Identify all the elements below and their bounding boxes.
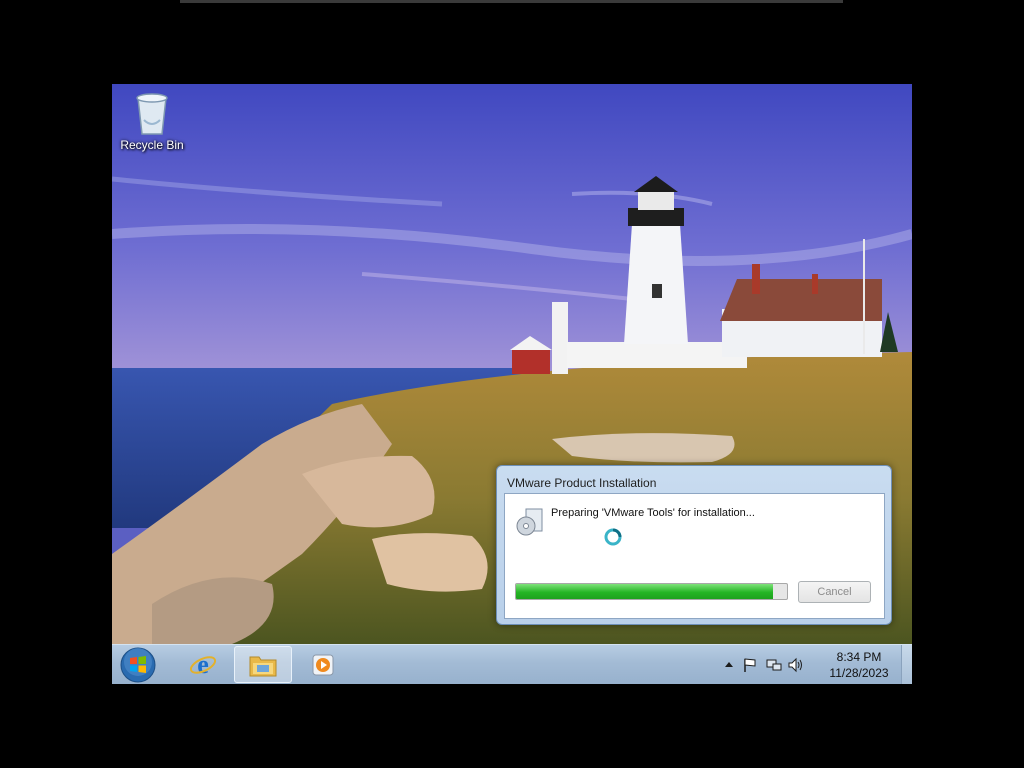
media-player-icon <box>312 654 334 675</box>
busy-spinner-icon <box>603 527 623 552</box>
internet-explorer-button[interactable]: e <box>174 646 232 683</box>
dialog-title: VMware Product Installation <box>507 476 657 490</box>
recycle-bin-label: Recycle Bin <box>120 138 184 152</box>
volume-icon[interactable] <box>788 657 804 678</box>
notification-area: 8:34 PM 11/28/2023 <box>720 645 900 684</box>
dialog-message: Preparing 'VMware Tools' for installatio… <box>551 507 755 519</box>
clock-time: 8:34 PM <box>836 650 882 664</box>
action-center-flag-icon[interactable] <box>742 657 758 678</box>
recycle-bin-icon <box>136 93 168 135</box>
installer-disc-icon <box>514 507 544 542</box>
show-hidden-icons-arrow[interactable] <box>724 657 734 676</box>
internet-explorer-icon: e <box>189 651 217 679</box>
dialog-body: Preparing 'VMware Tools' for installatio… <box>504 493 885 619</box>
vm-screen: Recycle Bin VMware Product Installation … <box>112 84 912 684</box>
windows-explorer-button[interactable] <box>234 646 292 683</box>
installation-progress-bar <box>515 583 788 600</box>
host-top-bar <box>180 0 843 3</box>
progress-fill <box>516 584 774 599</box>
desktop-icon-recycle-bin[interactable]: Recycle Bin <box>118 90 186 152</box>
taskbar-clock[interactable]: 8:34 PM 11/28/2023 <box>824 649 894 681</box>
media-player-button[interactable] <box>294 646 352 683</box>
folder-icon <box>249 656 277 676</box>
network-icon[interactable] <box>766 657 782 678</box>
show-desktop-button[interactable] <box>901 645 912 684</box>
cancel-button[interactable]: Cancel <box>798 581 871 603</box>
clock-date: 11/28/2023 <box>829 666 889 680</box>
windows-logo-icon <box>120 647 156 683</box>
start-button[interactable] <box>120 647 156 684</box>
svg-text:e: e <box>197 651 209 679</box>
taskbar: e 8:34 PM 11/28/2023 <box>112 644 912 684</box>
vmware-installation-dialog[interactable]: VMware Product Installation Preparing 'V… <box>496 465 892 625</box>
